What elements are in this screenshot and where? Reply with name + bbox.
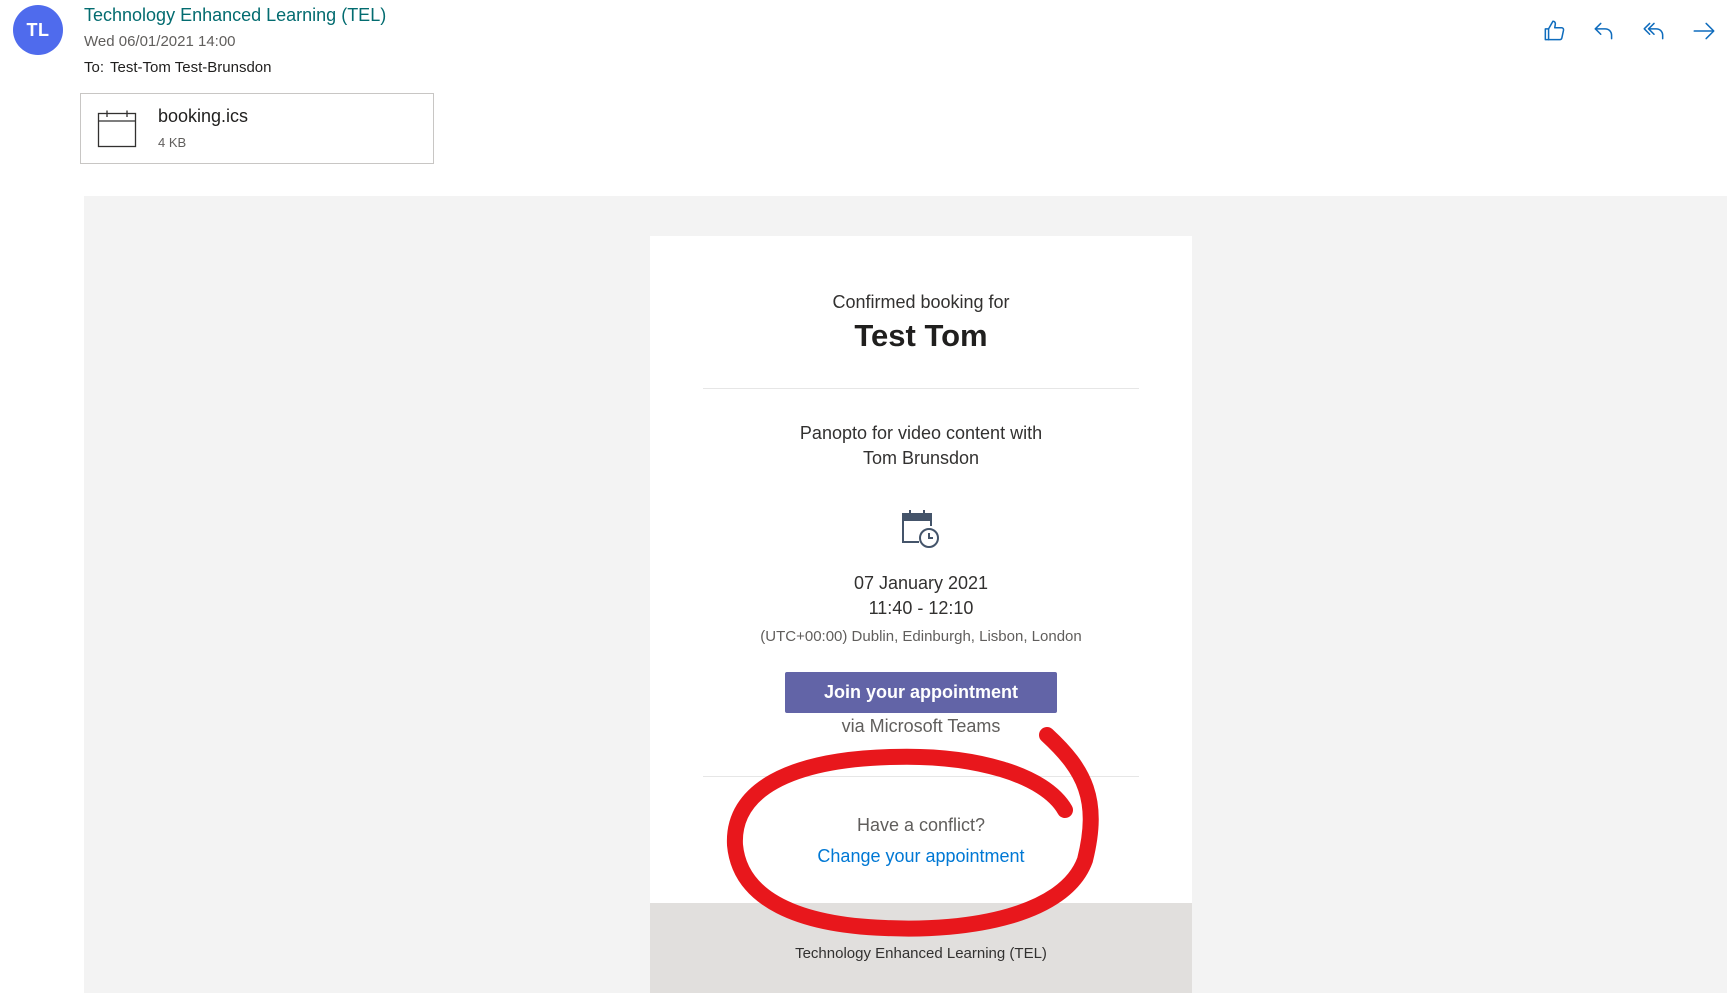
footer-org-name: Technology Enhanced Learning (TEL) xyxy=(795,945,1047,962)
calendar-clock-icon xyxy=(902,510,939,548)
reply-icon xyxy=(1594,22,1613,40)
booking-card: Confirmed booking for Test Tom Panopto f… xyxy=(650,236,1192,993)
recipient-name[interactable]: Test-Tom Test-Brunsdon xyxy=(110,59,271,76)
sender-name[interactable]: Technology Enhanced Learning (TEL) xyxy=(84,5,386,26)
calendar-file-icon xyxy=(97,110,137,148)
conflict-text: Have a conflict? xyxy=(856,815,986,835)
via-teams-text: via Microsoft Teams xyxy=(841,716,1001,736)
reply-all-button[interactable] xyxy=(1639,16,1669,46)
attachment-file-name: booking.ics xyxy=(158,106,249,126)
appointment-timezone: (UTC+00:00) Dublin, Edinburgh, Lisbon, L… xyxy=(760,628,1082,645)
to-label: To: xyxy=(84,59,105,76)
email-body: Confirmed booking for Test Tom Panopto f… xyxy=(84,196,1727,993)
attachment-card[interactable]: booking.ics 4 KB xyxy=(80,93,434,164)
message-actions xyxy=(1539,16,1719,46)
forward-icon xyxy=(1693,22,1715,40)
appointment-date: 07 January 2021 xyxy=(853,573,989,593)
sent-date: Wed 06/01/2021 14:00 xyxy=(84,33,236,50)
sender-avatar[interactable]: TL xyxy=(13,5,63,55)
like-button[interactable] xyxy=(1539,16,1569,46)
confirmed-label: Confirmed booking for xyxy=(832,292,1010,312)
staff-name: Tom Brunsdon xyxy=(862,448,980,468)
card-footer: Technology Enhanced Learning (TEL) xyxy=(650,903,1192,993)
divider xyxy=(703,388,1139,389)
like-icon xyxy=(1544,20,1565,41)
join-appointment-button[interactable]: Join your appointment xyxy=(785,672,1057,713)
reply-all-icon xyxy=(1643,22,1664,40)
change-appointment-link[interactable]: Change your appointment xyxy=(650,846,1192,867)
reply-button[interactable] xyxy=(1589,16,1619,46)
attachment-file-size: 4 KB xyxy=(158,135,187,150)
divider xyxy=(703,776,1139,777)
customer-name: Test Tom xyxy=(854,318,988,353)
appointment-time: 11:40 - 12:10 xyxy=(868,598,974,618)
forward-button[interactable] xyxy=(1689,16,1719,46)
recipients-line: To: Test-Tom Test-Brunsdon xyxy=(84,59,271,76)
service-description: Panopto for video content with xyxy=(799,423,1043,443)
